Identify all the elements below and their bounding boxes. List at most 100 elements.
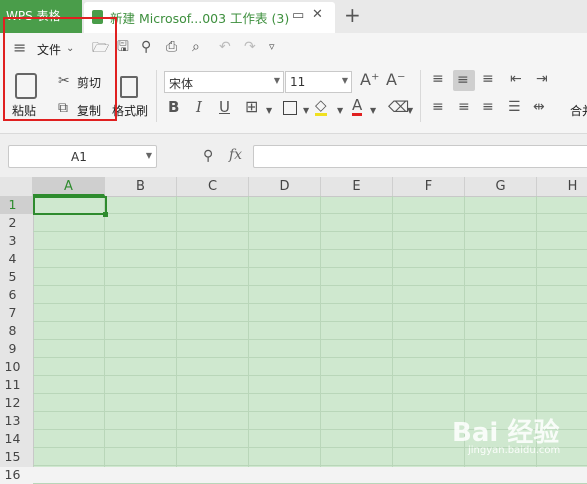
font-size-value: 11: [290, 75, 306, 89]
row-gridline: [33, 393, 587, 394]
decrease-indent-icon[interactable]: ⇤: [510, 71, 522, 87]
align-top-icon[interactable]: ≡: [432, 71, 444, 87]
border-icon[interactable]: ⊞: [245, 99, 258, 115]
row-header-14[interactable]: 14: [0, 430, 33, 448]
search-icon[interactable]: ⚲: [141, 39, 151, 55]
row-gridline: [33, 249, 587, 250]
row-header-6[interactable]: 6: [0, 286, 33, 304]
column-header-f[interactable]: F: [393, 177, 465, 196]
row-header-13[interactable]: 13: [0, 412, 33, 430]
close-icon[interactable]: ✕: [312, 7, 323, 22]
row-header-15[interactable]: 15: [0, 448, 33, 466]
row-header-11[interactable]: 11: [0, 376, 33, 394]
column-header-e[interactable]: E: [321, 177, 393, 196]
font-color-icon[interactable]: A: [352, 97, 363, 116]
row-gridline: [33, 285, 587, 286]
align-middle-icon: ≡: [457, 72, 469, 88]
fill-handle[interactable]: [103, 212, 108, 217]
fill-color-icon[interactable]: ◇: [315, 97, 327, 116]
row-gridline: [33, 339, 587, 340]
highlight-box: [3, 17, 117, 121]
row-header-2[interactable]: 2: [0, 214, 33, 232]
column-gridline: [176, 196, 177, 467]
document-tab[interactable]: 新建 Microsof...003 工作表 (3) ▭ ✕: [84, 2, 335, 33]
redo-icon[interactable]: ↷: [244, 39, 256, 55]
chevron-down-icon[interactable]: ▼: [370, 103, 376, 119]
row-gridline: [33, 267, 587, 268]
chevron-down-icon: ▼: [341, 76, 348, 85]
row-header-10[interactable]: 10: [0, 358, 33, 376]
merge-button[interactable]: 合并: [570, 102, 587, 119]
watermark-logo: Bai 经验: [452, 418, 560, 448]
column-gridline: [392, 196, 393, 467]
bold-icon[interactable]: B: [168, 99, 179, 115]
justify-icon[interactable]: ☰: [508, 99, 521, 115]
chevron-down-icon: ▼: [145, 151, 152, 160]
distributed-align-icon[interactable]: ⇹: [533, 99, 545, 115]
zoom-search-icon[interactable]: ⚲: [203, 148, 213, 164]
chevron-down-icon[interactable]: ▼: [337, 103, 343, 119]
row-header-7[interactable]: 7: [0, 304, 33, 322]
align-center-icon[interactable]: ≡: [458, 99, 470, 115]
new-tab-button[interactable]: +: [344, 3, 361, 27]
active-cell[interactable]: [33, 196, 107, 215]
column-gridline: [248, 196, 249, 467]
column-header-c[interactable]: C: [177, 177, 249, 196]
divider: [156, 70, 157, 122]
row-gridline: [33, 375, 587, 376]
customize-icon[interactable]: ▿: [269, 39, 275, 55]
print-icon[interactable]: ⎙: [166, 39, 177, 55]
select-all-corner[interactable]: [0, 177, 33, 196]
row-gridline: [33, 357, 587, 358]
chevron-down-icon: ▼: [273, 76, 280, 85]
row-gridline: [33, 465, 587, 466]
row-header-3[interactable]: 3: [0, 232, 33, 250]
column-gridline: [104, 196, 105, 467]
row-gridline: [33, 303, 587, 304]
print-preview-icon[interactable]: ⌕: [192, 39, 200, 55]
undo-icon[interactable]: ↶: [219, 39, 231, 55]
divider: [420, 70, 421, 122]
row-header-8[interactable]: 8: [0, 322, 33, 340]
column-header-d[interactable]: D: [249, 177, 321, 196]
row-header-12[interactable]: 12: [0, 394, 33, 412]
font-name-select[interactable]: 宋体 ▼: [164, 71, 284, 93]
align-right-icon[interactable]: ≡: [482, 99, 494, 115]
row-header-1[interactable]: 1: [0, 196, 33, 214]
formula-input[interactable]: [253, 145, 587, 168]
chevron-down-icon[interactable]: ▼: [266, 103, 272, 119]
column-header-a[interactable]: A: [33, 177, 105, 196]
align-bottom-icon[interactable]: ≡: [482, 71, 494, 87]
format-painter-icon[interactable]: [120, 76, 138, 98]
format-painter-button[interactable]: 格式刷: [112, 102, 148, 119]
align-middle-button[interactable]: ≡: [453, 70, 475, 91]
column-header-bar: ABCDEFGH: [0, 177, 587, 197]
align-left-icon[interactable]: ≡: [432, 99, 444, 115]
font-name-value: 宋体: [169, 77, 194, 91]
column-header-b[interactable]: B: [105, 177, 177, 196]
row-gridline: [33, 231, 587, 232]
underline-icon[interactable]: U: [219, 99, 230, 115]
row-header-16[interactable]: 16: [0, 466, 33, 484]
row-header-4[interactable]: 4: [0, 250, 33, 268]
cell-style-icon[interactable]: [283, 101, 297, 115]
save-icon[interactable]: 🖫: [117, 39, 129, 55]
decrease-font-icon[interactable]: A⁻: [386, 72, 405, 88]
italic-icon[interactable]: I: [196, 99, 202, 115]
document-tab-title: 新建 Microsof...003 工作表 (3): [110, 11, 290, 26]
formula-bar: A1 ▼ ⚲ fx: [0, 133, 587, 178]
font-size-select[interactable]: 11 ▼: [285, 71, 352, 93]
column-header-g[interactable]: G: [465, 177, 537, 196]
watermark-url: jingyan.baidu.com: [468, 445, 561, 456]
row-header-5[interactable]: 5: [0, 268, 33, 286]
monitor-icon[interactable]: ▭: [292, 8, 304, 23]
increase-font-icon[interactable]: A⁺: [360, 72, 379, 88]
function-icon[interactable]: fx: [229, 147, 242, 163]
row-header-9[interactable]: 9: [0, 340, 33, 358]
row-gridline: [33, 321, 587, 322]
name-box[interactable]: A1 ▼: [8, 145, 157, 168]
increase-indent-icon[interactable]: ⇥: [536, 71, 548, 87]
column-header-h[interactable]: H: [537, 177, 587, 196]
chevron-down-icon[interactable]: ▼: [407, 103, 413, 119]
chevron-down-icon[interactable]: ▼: [303, 103, 309, 119]
